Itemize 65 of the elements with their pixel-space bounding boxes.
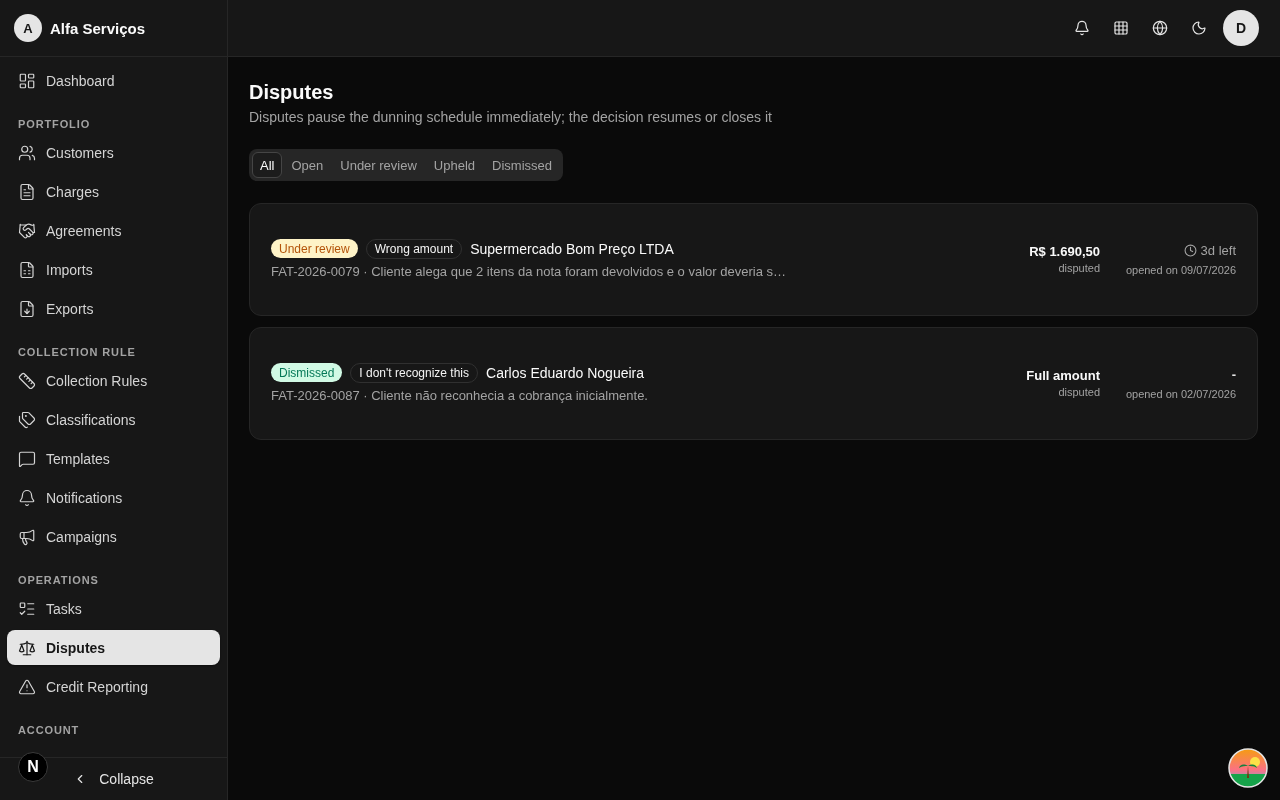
filter-tab[interactable]: Open xyxy=(283,152,332,178)
layout-grid-icon xyxy=(18,71,36,90)
status-badge: Dismissed xyxy=(271,363,343,382)
sidebar-item[interactable]: Campaigns xyxy=(7,519,220,554)
tags-icon xyxy=(18,410,36,429)
sidebar-item[interactable]: Disputes xyxy=(7,630,220,665)
disputed-amount: R$ 1.690,50 xyxy=(1029,243,1100,260)
dispute-description: FAT-2026-0079 · Cliente alega que 2 itens da nota foram devolvidos e o valor deveria s… xyxy=(271,262,787,281)
opened-date: opened on 02/07/2026 xyxy=(1125,386,1236,402)
disputed-amount: Full amount xyxy=(1026,367,1100,384)
filter-tab[interactable]: All xyxy=(252,152,283,178)
collapse-button[interactable]: Collapse xyxy=(65,765,162,793)
status-badge: Under review xyxy=(271,239,358,258)
sidebar-item[interactable]: Dashboard xyxy=(7,63,220,98)
section-label: OPERATIONS xyxy=(17,573,100,587)
bell-icon xyxy=(18,488,36,507)
sidebar-item[interactable]: Imports xyxy=(7,252,220,287)
amount-caption: disputed xyxy=(1058,384,1100,400)
document-icon xyxy=(18,182,36,201)
grid-icon xyxy=(1113,20,1129,36)
brand-name: Alfa Serviços xyxy=(50,19,146,37)
bell-icon xyxy=(1074,20,1090,36)
brand-avatar: A xyxy=(14,14,42,42)
megaphone-icon xyxy=(18,527,36,546)
checklist-icon xyxy=(18,599,36,618)
warning-icon xyxy=(18,677,36,696)
sidebar-item[interactable]: Tasks xyxy=(7,591,220,626)
filter-tab[interactable]: Dismissed xyxy=(484,152,561,178)
sidebar-item[interactable]: Customers xyxy=(7,135,220,170)
opened-date: opened on 09/07/2026 xyxy=(1125,262,1236,278)
filter-tab[interactable]: Under review xyxy=(332,152,425,178)
page-title: Disputes xyxy=(249,80,335,105)
landscape-badge-icon[interactable] xyxy=(1228,748,1268,788)
page-subtitle: Disputes pause the dunning schedule immediately; the decision resumes or closes it xyxy=(249,108,773,127)
filter-tab[interactable]: Upheld xyxy=(425,152,484,178)
amount-caption: disputed xyxy=(1058,260,1100,276)
speech-bubble-icon xyxy=(18,449,36,468)
moon-icon xyxy=(1191,20,1207,36)
dispute-card[interactable]: Dismissed I don't recognize this Carlos Eduardo Nogueira FAT-2026-0087 · Cliente não reconhecia a cobrança inicialmente. Full amount disputed - opened on 02/07/2026 xyxy=(249,327,1258,440)
sidebar-item[interactable]: Agreements xyxy=(7,213,220,248)
users-icon xyxy=(18,143,36,162)
handshake-icon xyxy=(18,221,36,240)
sidebar-item[interactable]: Charges xyxy=(7,174,220,209)
globe-icon xyxy=(1152,20,1168,36)
section-label: PORTFOLIO xyxy=(17,117,92,131)
deadline-text: 3d left xyxy=(1183,240,1236,261)
sidebar-item[interactable]: Classifications xyxy=(7,402,220,437)
customer-name: Carlos Eduardo Nogueira xyxy=(486,364,644,381)
sidebar-item[interactable]: Credit Reporting xyxy=(7,669,220,704)
sidebar-item[interactable]: Notifications xyxy=(7,480,220,515)
sidebar-item[interactable]: Collection Rules xyxy=(7,363,220,398)
clock-icon xyxy=(1183,244,1197,257)
ruler-icon xyxy=(18,371,36,390)
dispute-description: FAT-2026-0087 · Cliente não reconhecia a cobrança inicialmente. xyxy=(271,386,649,405)
section-label: COLLECTION RULE xyxy=(17,345,137,359)
deadline-text: - xyxy=(1231,365,1236,384)
sidebar-item[interactable]: Exports xyxy=(7,291,220,326)
spreadsheet-icon xyxy=(18,260,36,279)
scale-icon xyxy=(18,638,36,657)
section-label: ACCOUNT xyxy=(17,723,81,737)
sidebar-item[interactable]: Templates xyxy=(7,441,220,476)
customer-name: Supermercado Bom Preço LTDA xyxy=(470,240,674,257)
user-avatar[interactable]: D xyxy=(1223,10,1259,46)
dispute-card[interactable]: Under review Wrong amount Supermercado Bom Preço LTDA FAT-2026-0079 · Cliente alega que 2 itens da nota foram devolvidos e o valor deveria s… R$ 1.690,50 disputed 3d left opened on 09/07/2026 xyxy=(249,203,1258,316)
file-download-icon xyxy=(18,299,36,318)
